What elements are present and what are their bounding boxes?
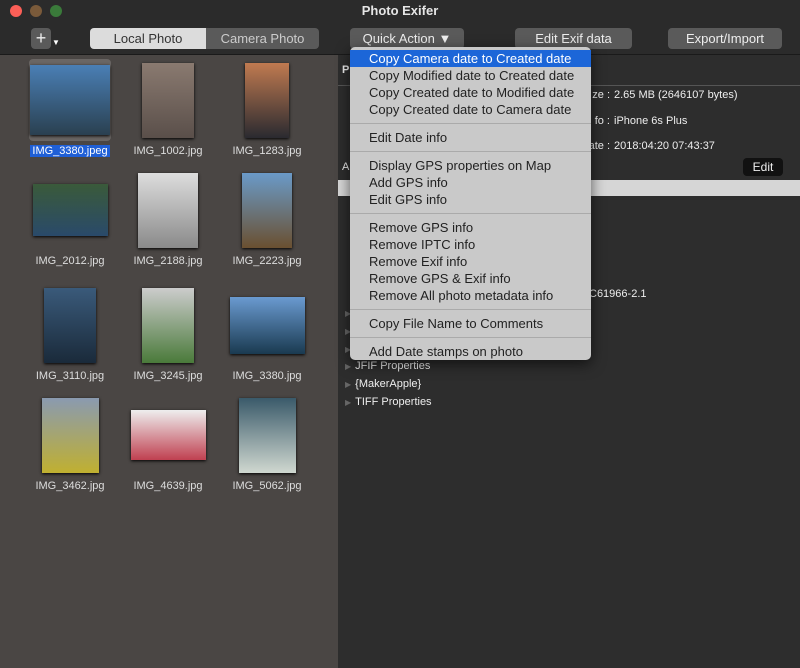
section-label: A [342, 161, 350, 173]
photo-filename: IMG_3110.jpg [35, 370, 105, 382]
menu-item[interactable]: Display GPS properties on Map [350, 157, 591, 174]
photo-image[interactable] [142, 287, 194, 363]
chevron-down-icon[interactable]: ▼ [52, 38, 60, 47]
photo-image[interactable] [238, 397, 296, 473]
photo-filename: IMG_3380.jpg [232, 370, 302, 382]
disclosure-triangle-icon[interactable]: ▶ [345, 362, 351, 371]
photo-thumbnail[interactable]: IMG_2012.jpg [21, 184, 119, 269]
photo-image[interactable] [32, 184, 108, 236]
tree-item-tiff[interactable]: ▶ TIFF Properties [345, 396, 432, 408]
menu-item[interactable]: Edit GPS info [350, 191, 591, 208]
photo-thumbnail[interactable]: IMG_5062.jpg [218, 397, 316, 495]
photo-thumbnail[interactable]: IMG_3462.jpg [21, 397, 119, 495]
photo-filename: IMG_2223.jpg [232, 255, 302, 267]
photo-thumbnail[interactable]: IMG_1283.jpg [218, 62, 316, 160]
menu-item[interactable]: Copy Created date to Modified date [350, 84, 591, 101]
photo-filename: IMG_5062.jpg [232, 480, 302, 492]
title-bar: Photo Exifer [0, 0, 800, 22]
menu-item[interactable]: Remove Exif info [350, 253, 591, 270]
photo-image[interactable] [138, 172, 198, 248]
photo-image[interactable] [142, 62, 194, 138]
photo-image[interactable] [229, 296, 305, 354]
photo-image[interactable] [44, 287, 96, 363]
camera-info-value: iPhone 6s Plus [614, 115, 688, 127]
photo-filename: IMG_2012.jpg [35, 255, 105, 267]
plus-icon: + [35, 28, 47, 48]
photo-thumbnail[interactable]: IMG_2188.jpg [119, 172, 217, 270]
menu-item[interactable]: Remove All photo metadata info [350, 287, 591, 304]
menu-separator [350, 151, 591, 152]
profile-value: C61966-2.1 [589, 288, 647, 300]
menu-separator [350, 123, 591, 124]
zoom-button[interactable] [50, 5, 62, 17]
menu-item[interactable]: Copy Created date to Camera date [350, 101, 591, 118]
edit-button[interactable]: Edit [743, 158, 783, 176]
export-import-button[interactable]: Export/Import [668, 28, 782, 49]
tab-local-photo[interactable]: Local Photo [90, 28, 206, 49]
window-title: Photo Exifer [361, 3, 439, 18]
photo-thumbnail[interactable]: IMG_3380.jpg [218, 296, 316, 385]
close-button[interactable] [10, 5, 22, 17]
menu-item[interactable]: Remove GPS & Exif info [350, 270, 591, 287]
photo-filename: IMG_3245.jpg [133, 370, 203, 382]
photo-thumbnail[interactable]: IMG_3245.jpg [119, 287, 217, 385]
photo-thumbnail[interactable]: IMG_1002.jpg [119, 62, 217, 160]
photo-image[interactable] [130, 410, 206, 460]
photo-thumbnail[interactable]: IMG_2223.jpg [218, 172, 316, 270]
date-value: 2018:04:20 07:43:37 [614, 140, 715, 152]
photo-filename: IMG_4639.jpg [133, 480, 203, 492]
quick-action-menu: Copy Camera date to Created date Copy Mod… [350, 47, 591, 360]
menu-item[interactable]: Copy Modified date to Created date [350, 67, 591, 84]
photo-filename: IMG_2188.jpg [133, 255, 203, 267]
photo-image[interactable] [245, 62, 289, 138]
tree-item-makerapple[interactable]: ▶ {MakerApple} [345, 378, 421, 390]
menu-item[interactable]: Add GPS info [350, 174, 591, 191]
disclosure-triangle-icon[interactable]: ▶ [345, 380, 351, 389]
tree-item-jfif[interactable]: ▶ JFIF Properties [345, 360, 430, 372]
menu-separator [350, 309, 591, 310]
photo-filename: IMG_1283.jpg [232, 145, 302, 157]
photo-image[interactable] [242, 172, 292, 248]
photo-image[interactable] [30, 65, 110, 135]
details-tab[interactable]: P [342, 64, 349, 76]
menu-separator [350, 337, 591, 338]
edit-exif-button[interactable]: Edit Exif data [515, 28, 632, 49]
photo-thumbnail[interactable]: IMG_4639.jpg [119, 410, 217, 494]
tree-item-label: JFIF Properties [355, 360, 431, 372]
photo-image[interactable] [41, 397, 99, 473]
quick-action-button[interactable]: Quick Action ▼ [350, 28, 464, 49]
tree-item-label: {MakerApple} [355, 378, 422, 390]
tree-item-label: TIFF Properties [355, 396, 432, 408]
menu-separator [350, 213, 591, 214]
tab-camera-photo[interactable]: Camera Photo [206, 28, 319, 49]
menu-item[interactable]: Add Date stamps on photo [350, 343, 591, 360]
menu-item[interactable]: Remove IPTC info [350, 236, 591, 253]
file-size-value: 2.65 MB (2646107 bytes) [614, 89, 738, 101]
disclosure-triangle-icon[interactable]: ▶ [345, 398, 351, 407]
photo-filename: IMG_3462.jpg [35, 480, 105, 492]
menu-item[interactable]: Copy File Name to Comments [350, 315, 591, 332]
photo-filename: IMG_1002.jpg [133, 145, 203, 157]
photo-thumbnail[interactable]: IMG_3110.jpg [21, 287, 119, 385]
menu-item[interactable]: Remove GPS info [350, 219, 591, 236]
add-button[interactable]: + [31, 28, 51, 49]
minimize-button[interactable] [30, 5, 42, 17]
photo-thumbnail[interactable]: IMG_3380.jpeg [21, 59, 119, 159]
menu-item[interactable]: Copy Camera date to Created date [350, 50, 591, 67]
menu-item[interactable]: Edit Date info [350, 129, 591, 146]
photo-filename: IMG_3380.jpeg [30, 145, 110, 157]
